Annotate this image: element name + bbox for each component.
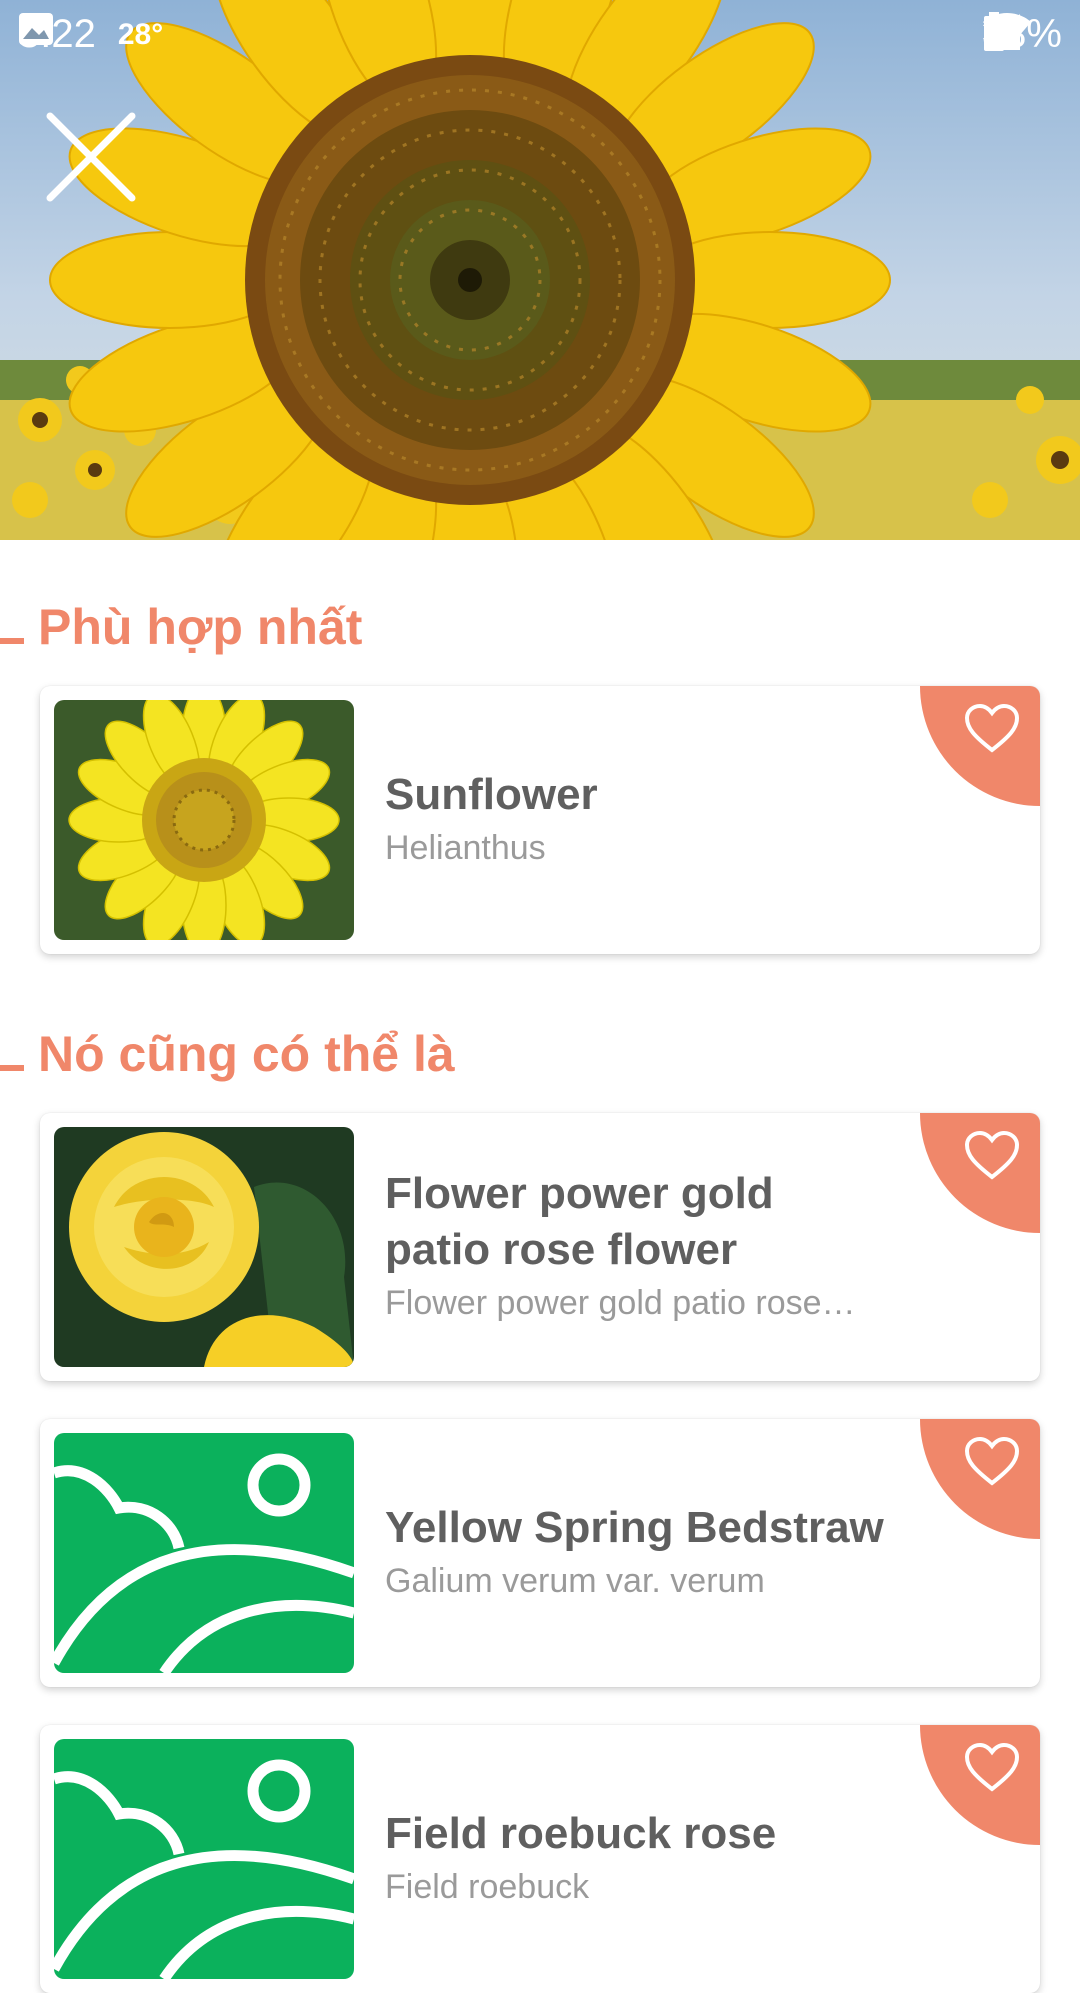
placeholder-image-icon [54, 1739, 354, 1979]
result-scientific-name: Flower power gold patio rose… [385, 1284, 856, 1322]
alternatives-heading: Nó cũng có thể là [0, 1019, 455, 1089]
result-card-patio-rose[interactable]: Flower power gold patio rose flower Flow… [40, 1113, 1040, 1381]
hero-image: 8:22 28° 88% [0, 0, 1080, 540]
favorite-button[interactable] [920, 686, 1040, 806]
image-icon [19, 13, 53, 45]
sunflower-photo [54, 700, 354, 940]
favorite-button[interactable] [920, 1419, 1040, 1539]
heart-icon [964, 1437, 1020, 1486]
result-card-bedstraw[interactable]: Yellow Spring Bedstraw Galium verum var.… [40, 1419, 1040, 1687]
result-scientific-name: Galium verum var. verum [385, 1562, 765, 1600]
temperature: 28° [117, 17, 164, 51]
sunflower-photo [0, 0, 1080, 540]
best-match-heading: Phù hợp nhất [0, 592, 362, 662]
heart-icon [964, 1131, 1020, 1180]
favorite-button[interactable] [920, 1113, 1040, 1233]
result-thumbnail [54, 1127, 354, 1367]
heart-icon [964, 704, 1020, 753]
result-thumbnail [54, 1739, 354, 1979]
battery-icon [983, 12, 1004, 51]
result-scientific-name: Helianthus [385, 829, 546, 867]
result-scientific-name: Field roebuck [385, 1868, 590, 1906]
heading-dash [0, 638, 24, 644]
result-card-sunflower[interactable]: Sunflower Helianthus [40, 686, 1040, 954]
result-card-field-roebuck-rose[interactable]: Field roebuck rose Field roebuck [40, 1725, 1040, 1993]
placeholder-image-icon [54, 1433, 354, 1673]
result-thumbnail [54, 1433, 354, 1673]
result-title: Flower power gold patio rose flower [385, 1169, 774, 1274]
best-match-heading-text: Phù hợp nhất [38, 599, 363, 655]
alternatives-heading-text: Nó cũng có thể là [38, 1026, 455, 1082]
close-icon [46, 112, 136, 202]
result-title: Field roebuck rose [385, 1809, 777, 1858]
favorite-button[interactable] [920, 1725, 1040, 1845]
result-title: Yellow Spring Bedstraw [385, 1503, 884, 1552]
heart-icon [964, 1743, 1020, 1792]
result-title: Sunflower [385, 770, 598, 819]
close-button[interactable] [44, 110, 138, 204]
yellow-rose-photo [54, 1127, 354, 1367]
heading-dash [0, 1065, 24, 1071]
result-thumbnail [54, 700, 354, 940]
status-bar: 8:22 28° 88% [0, 0, 1080, 76]
